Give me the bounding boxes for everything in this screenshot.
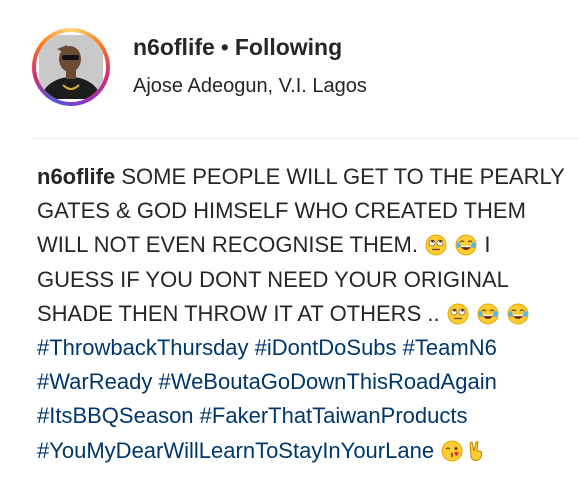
tears-of-joy-emoji [455, 234, 477, 256]
post-header: n6oflife • Following Ajose Adeogun, V.I. L… [0, 0, 579, 130]
eye-roll-emoji [425, 234, 447, 256]
eye-roll-emoji [447, 303, 469, 325]
hashtag-link[interactable]: #iDontDoSubs [255, 335, 397, 360]
avatar[interactable] [36, 32, 106, 102]
victory-hand-emoji [465, 440, 487, 462]
following-button[interactable]: Following [235, 34, 342, 60]
location-link[interactable]: Ajose Adeogun, V.I. Lagos [133, 72, 367, 100]
hashtag-link[interactable]: #WeBoutaGoDownThisRoadAgain [158, 369, 496, 394]
separator-dot: • [220, 34, 229, 60]
username-link[interactable]: n6oflife [133, 34, 215, 60]
divider [32, 138, 579, 139]
user-line: n6oflife • Following [133, 32, 342, 62]
hashtag-link[interactable]: #ItsBBQSeason [37, 403, 194, 428]
hashtag-link[interactable]: #YouMyDearWillLearnToStayInYourLane [37, 438, 434, 463]
hashtag-link[interactable]: #ThrowbackThursday [37, 335, 249, 360]
caption: n6oflife SOME PEOPLE WILL GET TO THE PEA… [37, 160, 572, 468]
avatar-photo [39, 35, 103, 99]
story-ring[interactable] [32, 28, 110, 106]
tears-of-joy-emoji [477, 303, 499, 325]
hashtag-link[interactable]: #WarReady [37, 369, 152, 394]
tears-of-joy-emoji [507, 303, 529, 325]
hashtag-link[interactable]: #TeamN6 [403, 335, 497, 360]
caption-username-link[interactable]: n6oflife [37, 164, 115, 189]
hashtag-link[interactable]: #FakerThatTaiwanProducts [200, 403, 468, 428]
kissing-wink-emoji [441, 440, 463, 462]
